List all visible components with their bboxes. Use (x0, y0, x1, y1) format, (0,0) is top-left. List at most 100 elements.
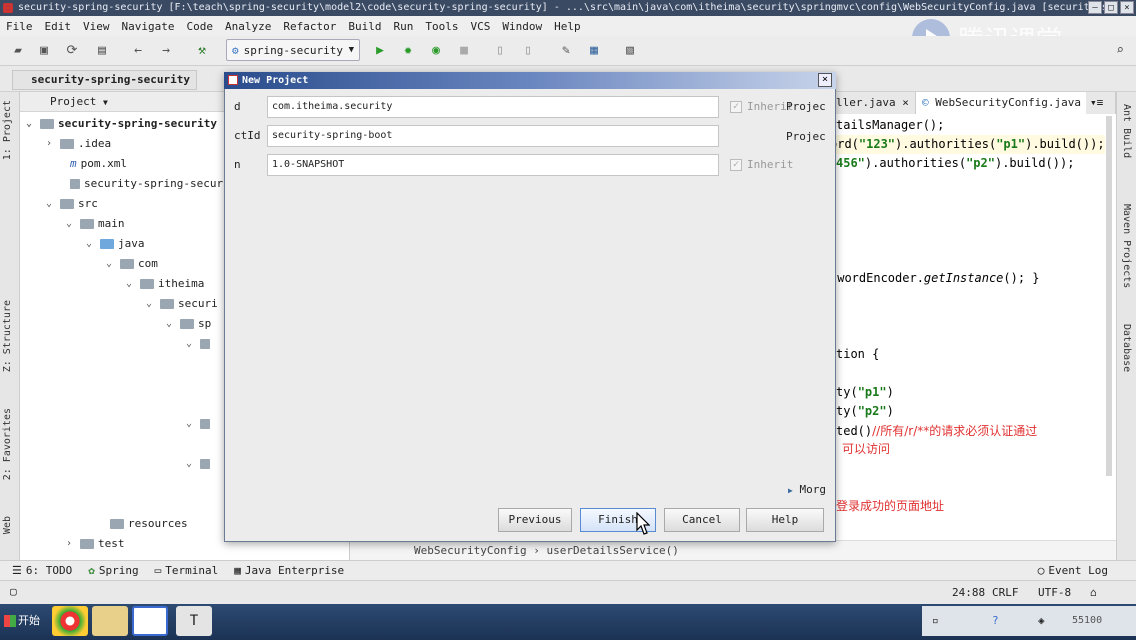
status-icon[interactable]: ▢ (10, 585, 17, 598)
menu-view[interactable]: View (83, 20, 110, 33)
menu-edit[interactable]: Edit (45, 20, 72, 33)
forward-icon[interactable]: → (158, 43, 174, 59)
more-settings-toggle[interactable]: ▶ Morg (788, 483, 826, 496)
breadcrumb-project[interactable]: security-spring-security (12, 70, 197, 90)
maximize-button[interactable]: □ (1104, 1, 1118, 14)
tree-item-src[interactable]: ⌄ src (46, 194, 98, 214)
run-configuration-select[interactable]: ⚙ spring-security ▼ (226, 39, 360, 61)
artifactid-input[interactable]: security-spring-boot (267, 125, 719, 147)
system-tray: ▫ ? ◈ 55100 (922, 606, 1136, 636)
intellij-taskbar-icon[interactable] (132, 606, 168, 636)
tree-item-itheima[interactable]: ⌄ itheima (126, 274, 204, 294)
open-folder-icon[interactable]: ▰ (10, 43, 26, 59)
tree-item-pom[interactable]: m pom.xml (56, 154, 127, 174)
debug-icon[interactable]: ✹ (400, 43, 416, 59)
tree-item-resources[interactable]: resources (96, 514, 188, 534)
lock-icon[interactable]: ⌂ (1090, 586, 1097, 599)
help-button[interactable]: Help (746, 508, 824, 532)
chrome-icon[interactable] (52, 606, 88, 636)
intellij-icon (228, 75, 238, 85)
event-log-icon: ◯ (1037, 564, 1045, 577)
settings-wrench-icon[interactable]: ✎ (558, 43, 574, 59)
tool-tab-favorites[interactable]: 2: Favorites (2, 408, 13, 480)
menu-refactor[interactable]: Refactor (283, 20, 336, 33)
tool-tab-ant-build[interactable]: Ant Build (1121, 104, 1132, 158)
menu-run[interactable]: Run (393, 20, 413, 33)
cancel-button[interactable]: Cancel (664, 508, 740, 532)
tool-tab-structure[interactable]: Z: Structure (2, 300, 13, 372)
code-line: tion { (836, 347, 880, 361)
tree-item-com[interactable]: ⌄ com (106, 254, 158, 274)
tree-item-init[interactable]: ⌄ (186, 454, 210, 474)
project-structure-icon-2[interactable]: ▦ (586, 43, 602, 59)
menu-vcs[interactable]: VCS (470, 20, 490, 33)
project-panel-title[interactable]: Project (50, 95, 96, 108)
sdk-icon[interactable]: ▧ (622, 43, 638, 59)
editor-breadcrumb[interactable]: WebSecurityConfig › userDetailsService() (350, 540, 1116, 560)
tree-item-test[interactable]: › test (66, 534, 125, 554)
editor-tab-websecurityconfig[interactable]: © WebSecurityConfig.java × (916, 92, 1102, 114)
editor-scrollbar[interactable] (1106, 116, 1112, 476)
menu-build[interactable]: Build (348, 20, 381, 33)
groupid-inherit-checkbox[interactable]: ✓ (730, 101, 742, 113)
tree-item-iml[interactable]: security-spring-security (56, 174, 243, 194)
version-input[interactable]: 1.0-SNAPSHOT (267, 154, 719, 176)
run-icon[interactable]: ▶ (372, 43, 388, 59)
menu-tools[interactable]: Tools (425, 20, 458, 33)
clock[interactable]: 55100 (1072, 615, 1102, 626)
tree-item-root[interactable]: ⌄ security-spring-security (26, 114, 217, 134)
dialog-title: New Project (224, 72, 836, 89)
tool-spring[interactable]: ✿ Spring (88, 564, 138, 577)
file-encoding[interactable]: UTF-8 (1038, 586, 1071, 599)
tool-tab-database[interactable]: Database (1121, 324, 1132, 372)
minimize-button[interactable]: – (1088, 1, 1102, 14)
tree-item-config[interactable]: ⌄ (186, 334, 210, 354)
editor-tab-controller[interactable]: ller.java × (830, 92, 916, 114)
tool-tab-web[interactable]: Web (2, 516, 13, 534)
help-tray-icon[interactable]: ? (992, 614, 999, 627)
vcs-icon[interactable]: ▯ (492, 43, 508, 59)
code-line: ted()//所有/r/**的请求必须认证通过 (836, 424, 1038, 438)
version-inherit-checkbox[interactable]: ✓ (730, 159, 742, 171)
tray-icon[interactable]: ▫ (932, 614, 939, 627)
save-icon[interactable]: ▣ (36, 43, 52, 59)
menu-code[interactable]: Code (186, 20, 213, 33)
sync-icon[interactable]: ⟳ (64, 43, 80, 59)
tool-tab-project[interactable]: 1: Project (2, 100, 13, 160)
typora-icon[interactable]: T (176, 606, 212, 636)
back-icon[interactable]: ← (130, 43, 146, 59)
start-button[interactable]: 开始 (2, 606, 46, 636)
project-structure-icon[interactable]: ▤ (94, 43, 110, 59)
tree-item-springmvc[interactable]: ⌄ sp (166, 314, 211, 334)
close-window-button[interactable]: × (1120, 1, 1134, 14)
chevron-down-icon: ▼ (348, 45, 354, 55)
build-hammer-icon[interactable]: ⚒ (194, 43, 210, 59)
menu-analyze[interactable]: Analyze (225, 20, 271, 33)
cursor-position[interactable]: 24:88 (952, 586, 985, 599)
tool-terminal[interactable]: ▭ Terminal (155, 564, 219, 577)
coverage-icon[interactable]: ◉ (428, 43, 444, 59)
file-explorer-icon[interactable] (92, 606, 128, 636)
menu-navigate[interactable]: Navigate (122, 20, 175, 33)
dialog-close-button[interactable]: × (818, 73, 832, 87)
vcs-commit-icon[interactable]: ▯ (520, 43, 536, 59)
line-separator[interactable]: CRLF (992, 586, 1019, 599)
tool-tab-maven[interactable]: Maven Projects (1121, 204, 1132, 288)
search-icon[interactable]: ⌕ (1112, 43, 1128, 59)
previous-button[interactable]: Previous (498, 508, 572, 532)
tree-item-main[interactable]: ⌄ main (66, 214, 125, 234)
tree-item-idea[interactable]: › .idea (46, 134, 111, 154)
menu-window[interactable]: Window (502, 20, 542, 33)
editor-tabs-menu[interactable]: ▾≡ (1086, 92, 1116, 114)
menu-file[interactable]: File (6, 20, 33, 33)
stop-icon[interactable]: ■ (456, 43, 472, 59)
tree-item-java[interactable]: ⌄ java (86, 234, 145, 254)
tool-java-enterprise[interactable]: ▦ Java Enterprise (234, 564, 344, 577)
tree-item-controller[interactable]: ⌄ (186, 414, 210, 434)
tool-event-log[interactable]: ◯ Event Log (1038, 564, 1108, 577)
tree-item-security[interactable]: ⌄ securi (146, 294, 218, 314)
groupid-input[interactable]: com.itheima.security (267, 96, 719, 118)
tool-todo[interactable]: ☰ 6: TODO (12, 564, 72, 577)
menu-help[interactable]: Help (554, 20, 581, 33)
network-tray-icon[interactable]: ◈ (1038, 614, 1045, 627)
